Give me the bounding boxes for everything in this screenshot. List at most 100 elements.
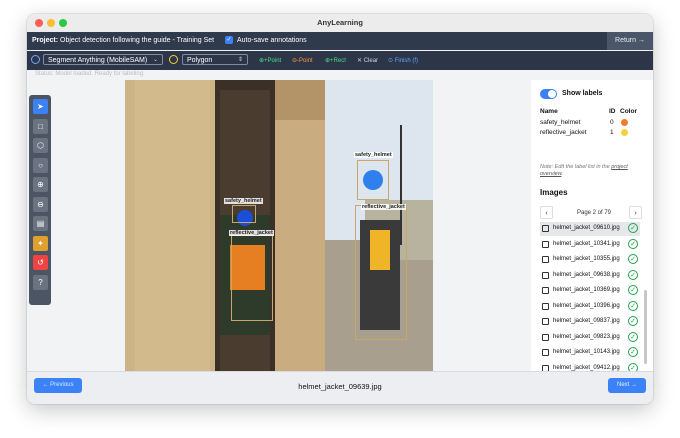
prev-page-button[interactable]: ‹ (540, 206, 553, 219)
zoom-out-tool-button[interactable]: ⊖ (33, 196, 48, 212)
arrow-right-icon: → (629, 382, 637, 388)
current-filename: helmet_jacket_09639.jpg (298, 382, 382, 391)
autosave-label: Auto-save annotations (237, 36, 307, 44)
circle-tool-button[interactable]: ○ (33, 157, 48, 173)
project-label: Project: (32, 37, 59, 44)
annotation-label: safety_helmet (354, 152, 393, 158)
return-label: Return (615, 37, 637, 44)
chevron-right-icon: › (634, 210, 637, 217)
remove-point-label: -Point (297, 58, 313, 64)
project-name: Object detection following the guide - T… (60, 37, 215, 44)
labeled-check-icon: ✓ (628, 300, 638, 311)
image-canvas[interactable]: safety_helmet reflective_jacket safety_h… (125, 80, 433, 371)
right-panel: Show labels Name ID Color safety_helmet … (531, 80, 653, 373)
image-name: helmet_jacket_10369.jpg (553, 287, 620, 293)
image-list-item[interactable]: helmet_jacket_09638.jpg ✓ (540, 269, 640, 283)
labeled-check-icon: ✓ (628, 223, 638, 233)
finish-button[interactable]: ⊙ Finish (f) (388, 57, 418, 64)
shape-select[interactable]: Polygon ⇕ (182, 54, 248, 65)
annotation-box-jacket-1[interactable] (231, 235, 273, 321)
finish-icon: ⊙ (388, 58, 395, 64)
image-list-item[interactable]: helmet_jacket_10355.jpg ✓ (540, 253, 640, 267)
status-text: Status: Model loaded. Ready for labeling… (35, 71, 145, 77)
image-list-scrollbar[interactable] (644, 290, 647, 364)
clear-button[interactable]: ✕ Clear (357, 57, 378, 64)
autosave-checkbox[interactable]: ✓ (225, 36, 233, 44)
image-list-item[interactable]: helmet_jacket_10396.jpg ✓ (540, 300, 640, 314)
image-file-icon (542, 240, 549, 248)
image-name: helmet_jacket_10396.jpg (553, 302, 620, 309)
image-list-item[interactable]: helmet_jacket_09823.jpg ✓ (540, 331, 640, 345)
labels-header-color: Color (620, 108, 637, 115)
image-name: helmet_jacket_09412.jpg (553, 364, 620, 371)
autosave-toggle[interactable]: ✓ Auto-save annotations (225, 36, 307, 44)
zoom-out-icon: ⊖ (37, 199, 44, 209)
next-label: Next (616, 382, 630, 388)
zoom-in-tool-button[interactable]: ⊕ (33, 177, 48, 192)
model-select[interactable]: Segment Anything (MobileSAM) ⌄ (43, 54, 163, 65)
cursor-tool-button[interactable]: ➤ (33, 99, 48, 114)
image-list-item[interactable]: helmet_jacket_09837.jpg ✓ (540, 315, 640, 329)
add-point-label: +Point (264, 58, 282, 64)
image-list-item[interactable]: helmet_jacket_10341.jpg ✓ (540, 238, 640, 252)
annotation-label: safety_helmet (224, 198, 263, 204)
help-tool-button[interactable]: ? (33, 274, 48, 290)
image-name: helmet_jacket_09837.jpg (553, 318, 620, 324)
rectangle-tool-button[interactable]: □ (33, 118, 48, 134)
image-list-item[interactable]: helmet_jacket_10369.jpg ✓ (540, 284, 640, 298)
annotation-box-helmet-2[interactable] (357, 160, 389, 200)
add-rect-button[interactable]: ⊕+Rect (325, 57, 346, 64)
label-id: 1 (610, 129, 614, 136)
image-file-icon (542, 349, 549, 356)
clear-label: Clear (363, 58, 379, 64)
zoom-in-icon: ⊕ (37, 180, 44, 189)
image-list-item[interactable]: helmet_jacket_10143.jpg ✓ (540, 346, 640, 360)
magic-tool-button[interactable]: ✦ (33, 235, 48, 251)
page-indicator: Page 2 of 79 (576, 210, 612, 216)
image-name: helmet_jacket_09823.jpg (553, 333, 620, 340)
images-title: Images (540, 188, 568, 197)
undo-tool-button[interactable]: ↺ (33, 255, 48, 270)
labeled-check-icon: ✓ (628, 238, 638, 249)
label-color-swatch (621, 119, 628, 126)
labels-header-name: Name (540, 108, 558, 115)
return-button[interactable]: Return → (607, 32, 653, 50)
image-file-icon (542, 333, 549, 341)
next-button[interactable]: Next → (608, 378, 646, 393)
add-point-button[interactable]: ⊕+Point (259, 57, 281, 64)
window-title: AnyLearning (317, 18, 363, 27)
labeled-check-icon: ✓ (628, 316, 638, 326)
annotation-label: reflective_jacket (361, 204, 406, 210)
model-select-value: Segment Anything (MobileSAM) (48, 57, 148, 64)
add-rect-label: +Rect (330, 58, 346, 64)
next-page-button[interactable]: › (629, 206, 642, 219)
annotation-box-jacket-2[interactable] (355, 205, 407, 340)
help-icon: ? (38, 277, 43, 287)
image-file-icon (542, 271, 549, 279)
tool-sidebar: ➤ □ ⬡ ○ ⊕ ⊖ ▤ ✦ ↺? (29, 95, 51, 305)
labels-note: Note: Edit the label list in the project… (540, 164, 648, 178)
show-labels-toggle[interactable] (540, 89, 557, 99)
magic-icon: ✦ (37, 238, 44, 248)
labeling-toolbar: Segment Anything (MobileSAM) ⌄ Polygon ⇕… (27, 51, 653, 70)
circle-icon: ○ (38, 160, 43, 170)
image-file-icon (542, 225, 549, 232)
save-tool-button[interactable]: ▤ (33, 216, 48, 231)
note-text: Note: Edit the label list in the (540, 164, 612, 170)
ai-model-icon (31, 55, 40, 64)
chevron-left-icon: ‹ (545, 210, 548, 217)
labeled-check-icon: ✓ (628, 285, 638, 295)
labeled-check-icon: ✓ (628, 269, 638, 280)
image-name: helmet_jacket_09610.jpg (553, 225, 620, 231)
label-name: reflective_jacket (540, 129, 587, 136)
polygon-tool-button[interactable]: ⬡ (33, 138, 48, 153)
show-labels-label: Show labels (562, 90, 603, 97)
chevron-down-icon: ⌄ (152, 57, 158, 63)
undo-icon: ↺ (37, 258, 44, 267)
image-name: helmet_jacket_10143.jpg (553, 349, 620, 355)
label-name: safety_helmet (540, 119, 581, 126)
annotation-box-helmet-1[interactable] (232, 205, 256, 223)
finish-label: Finish (f) (394, 58, 419, 64)
image-list-item[interactable]: helmet_jacket_09610.jpg ✓ (540, 222, 640, 236)
remove-point-button[interactable]: ⊖-Point (292, 57, 313, 64)
